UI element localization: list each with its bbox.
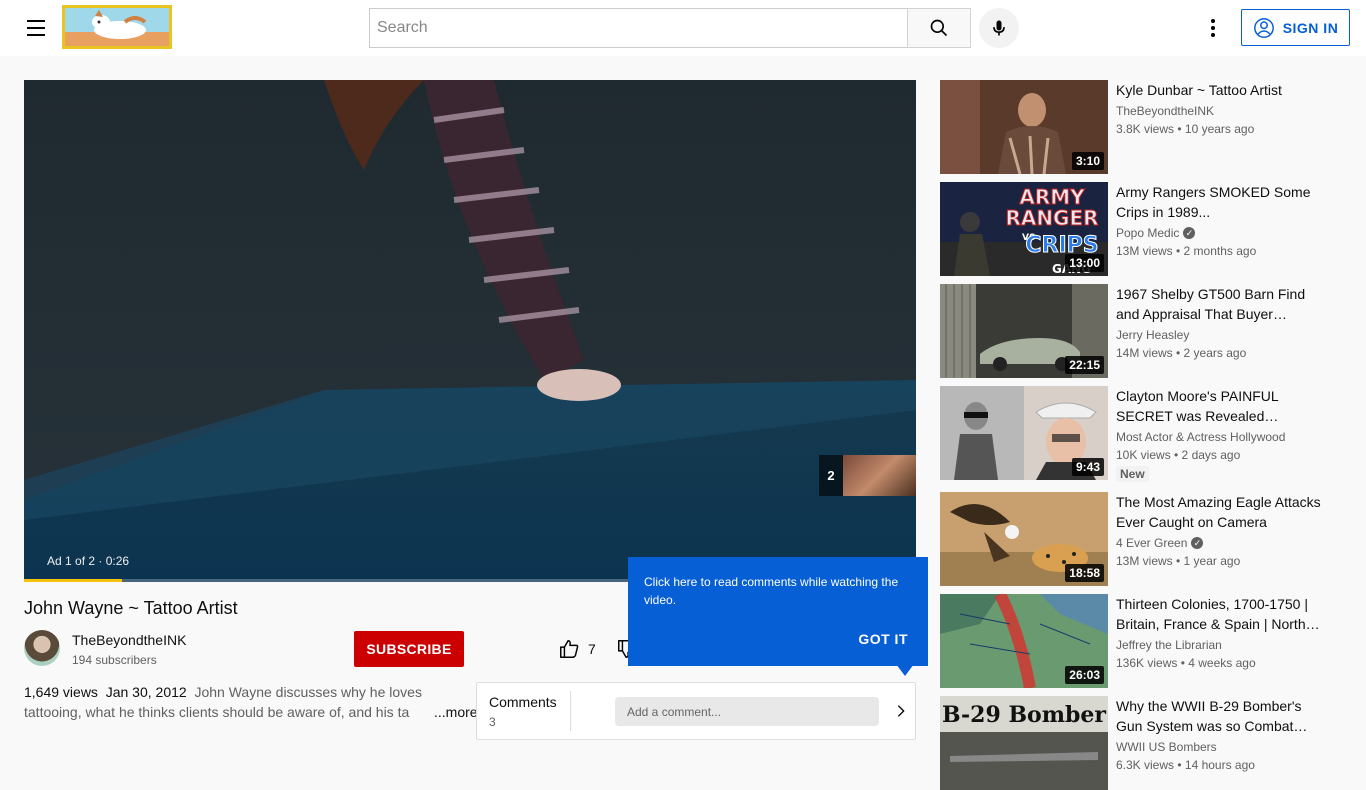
account-icon — [1253, 17, 1274, 38]
recommendation-meta: 6.3K views • 14 hours ago — [1116, 758, 1255, 772]
video-duration: 26:03 — [1065, 666, 1104, 684]
view-count: 1,649 views — [24, 684, 98, 700]
recommendation-item[interactable]: 26:03 Thirteen Colonies, 1700-1750 | Bri… — [940, 594, 1350, 688]
recommendation-title: Thirteen Colonies, 1700-1750 | Britain, … — [1116, 596, 1320, 632]
subscriber-count: 194 subscribers — [72, 653, 157, 667]
video-thumbnail[interactable]: B-29 Bomber — [940, 696, 1108, 790]
ad-label: Ad 1 of 2 · 0:26 — [47, 554, 130, 568]
microphone-icon — [993, 20, 1005, 36]
svg-text:B-29 Bomber: B-29 Bomber — [942, 702, 1106, 728]
recommendation-channel: Most Actor & Actress Hollywood — [1116, 430, 1286, 444]
video-duration: 3:10 — [1071, 152, 1104, 170]
add-comment-field[interactable]: Add a comment... — [615, 697, 879, 726]
recommendation-item[interactable]: 22:15 1967 Shelby GT500 Barn Find and Ap… — [940, 284, 1350, 378]
tooltip-message: Click here to read comments while watchi… — [644, 575, 899, 607]
thumbs-up-icon — [560, 640, 579, 658]
video-duration: 9:43 — [1071, 458, 1104, 476]
comments-tooltip: Click here to read comments while watchi… — [628, 557, 928, 676]
video-thumbnail[interactable]: 22:15 — [940, 284, 1108, 378]
ad-queue-preview[interactable]: 2 — [819, 455, 916, 496]
recommendation-meta: 10K views • 2 days ago — [1116, 448, 1241, 462]
subscribe-button[interactable]: SUBSCRIBE — [354, 631, 464, 667]
chevron-right-icon[interactable] — [893, 703, 909, 719]
verified-icon: ✓ — [1183, 227, 1196, 239]
recommendation-channel: 4 Ever Green ✓ — [1116, 536, 1204, 550]
like-count: 7 — [588, 641, 596, 657]
progress-fill — [24, 579, 123, 582]
new-badge: New — [1116, 466, 1149, 482]
show-more-button[interactable]: ...more — [414, 702, 478, 722]
more-vert-icon — [1211, 19, 1215, 23]
recommendation-channel: Jerry Heasley — [1116, 328, 1190, 342]
recommendation-meta: 13M views • 2 months ago — [1116, 244, 1257, 258]
recommendation-title: The Most Amazing Eagle Attacks Ever Caug… — [1116, 494, 1321, 530]
recommendation-item[interactable]: ARMY RANGER VS CRIPS GANG 13:00 Army Ran… — [940, 182, 1350, 276]
top-bar: SIGN IN — [0, 0, 1366, 56]
comments-count: 3 — [489, 715, 496, 729]
ad-queue-number: 2 — [827, 468, 835, 483]
logo[interactable] — [62, 5, 172, 49]
comments-label: Comments — [489, 694, 557, 710]
description-box[interactable]: 1,649 views Jan 30, 2012 John Wayne disc… — [24, 682, 478, 722]
recommendation-item[interactable]: 18:58 The Most Amazing Eagle Attacks Eve… — [940, 492, 1350, 586]
dog-logo-icon — [65, 8, 169, 46]
upload-date: Jan 30, 2012 — [105, 684, 187, 700]
recommendation-title: Kyle Dunbar ~ Tattoo Artist — [1116, 82, 1282, 98]
recommendation-channel: Jeffrey the Librarian — [1116, 638, 1222, 652]
recommendation-title: Army Rangers SMOKED Some Crips in 1989..… — [1116, 184, 1311, 220]
recommendation-item[interactable]: 3:10 Kyle Dunbar ~ Tattoo Artist TheBeyo… — [940, 80, 1350, 174]
video-thumbnail[interactable]: 18:58 — [940, 492, 1108, 586]
like-button[interactable]: 7 — [558, 638, 596, 660]
video-player[interactable]: Ad 1 of 2 · 0:26 2 — [24, 80, 916, 582]
svg-text:RANGER: RANGER — [1005, 206, 1098, 230]
recommendation-meta: 136K views • 4 weeks ago — [1116, 656, 1256, 670]
ad-queue-thumbnail — [843, 455, 916, 496]
recommendation-item[interactable]: B-29 Bomber Why the WWII B-29 Bomber's G… — [940, 696, 1350, 790]
search-icon — [930, 19, 948, 37]
video-thumbnail[interactable]: 9:43 — [940, 386, 1108, 480]
hamburger-icon — [27, 20, 45, 22]
video-duration: 13:00 — [1065, 254, 1104, 272]
recommendation-title: Why the WWII B-29 Bomber's Gun System wa… — [1116, 698, 1308, 734]
search-input[interactable] — [369, 8, 907, 48]
recommendation-channel: WWII US Bombers — [1116, 740, 1217, 754]
sign-in-button[interactable]: SIGN IN — [1241, 9, 1350, 46]
video-duration: 22:15 — [1065, 356, 1104, 374]
recommendation-meta: 13M views • 1 year ago — [1116, 554, 1241, 568]
verified-icon: ✓ — [1191, 537, 1204, 549]
channel-name[interactable]: TheBeyondtheINK — [72, 632, 186, 648]
video-thumbnail[interactable]: ARMY RANGER VS CRIPS GANG 13:00 — [940, 182, 1108, 276]
recommendation-channel: TheBeyondtheINK — [1116, 104, 1215, 118]
settings-menu-button[interactable] — [1197, 12, 1229, 44]
sign-in-label: SIGN IN — [1282, 19, 1339, 36]
comments-teaser[interactable]: Comments 3 Add a comment... — [476, 682, 916, 740]
menu-button[interactable] — [18, 10, 54, 46]
recommendation-meta: 3.8K views • 10 years ago — [1116, 122, 1255, 136]
recommendation-title: Clayton Moore's PAINFUL SECRET was Revea… — [1116, 388, 1279, 424]
search-button[interactable] — [907, 8, 971, 48]
recommendation-item[interactable]: 9:43 Clayton Moore's PAINFUL SECRET was … — [940, 386, 1350, 482]
video-frame — [24, 80, 916, 582]
recommendation-title: 1967 Shelby GT500 Barn Find and Appraisa… — [1116, 286, 1306, 322]
channel-avatar[interactable] — [24, 630, 60, 666]
video-title: John Wayne ~ Tattoo Artist — [24, 598, 238, 618]
search-bar — [369, 8, 971, 48]
recommendation-meta: 14M views • 2 years ago — [1116, 346, 1247, 360]
video-thumbnail[interactable]: 26:03 — [940, 594, 1108, 688]
voice-search-button[interactable] — [979, 8, 1019, 48]
video-duration: 18:58 — [1065, 564, 1104, 582]
got-it-button[interactable]: GOT IT — [858, 631, 908, 647]
recommendation-channel: Popo Medic ✓ — [1116, 226, 1196, 240]
video-thumbnail[interactable]: 3:10 — [940, 80, 1108, 174]
